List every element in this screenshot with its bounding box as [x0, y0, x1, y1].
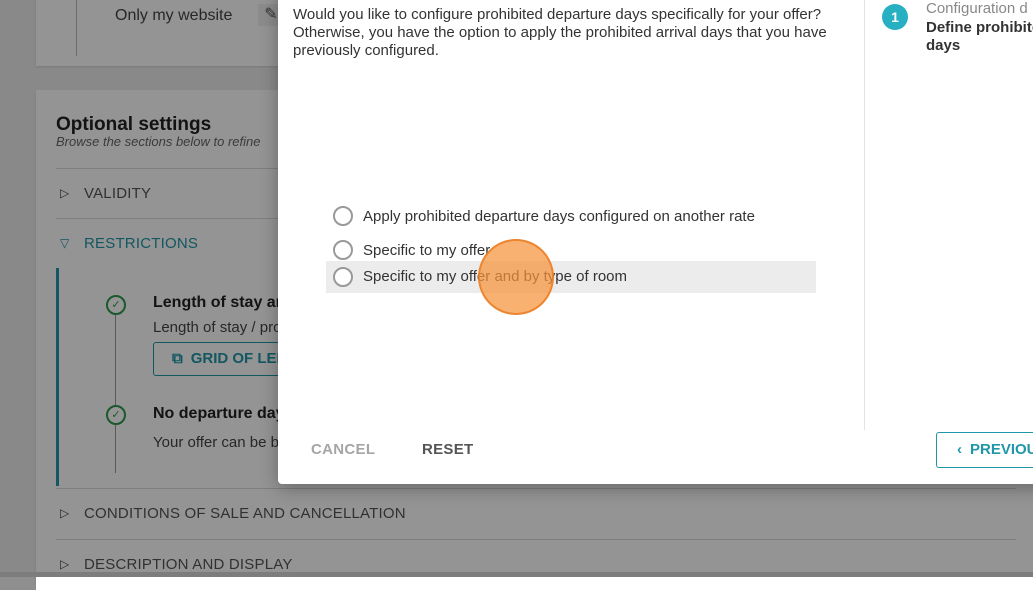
previous-button[interactable]: ‹ PREVIOU	[936, 432, 1033, 468]
cancel-button[interactable]: CANCEL	[311, 441, 375, 458]
dialog-divider	[864, 0, 865, 430]
radio-button[interactable]	[333, 240, 353, 260]
click-indicator	[478, 239, 554, 315]
step-caption: Configuration d	[926, 0, 1028, 17]
option-another-rate[interactable]: Apply prohibited departure days configur…	[326, 201, 816, 233]
option-label: Apply prohibited departure days configur…	[363, 208, 755, 225]
departure-days-dialog: Would you like to configure prohibited d…	[278, 0, 1033, 484]
radio-button[interactable]	[333, 206, 353, 226]
dialog-question: Would you like to configure prohibited d…	[293, 6, 827, 59]
previous-label: PREVIOU	[970, 441, 1033, 458]
reset-button[interactable]: RESET	[422, 441, 474, 458]
option-specific-offer-room-type[interactable]: Specific to my offer and by type of room	[326, 261, 816, 293]
radio-button[interactable]	[333, 267, 353, 287]
step-title: Define prohibite days	[926, 19, 1033, 54]
option-label: Specific to my offer	[363, 242, 491, 259]
chevron-left-icon: ‹	[957, 441, 962, 458]
step-number-badge: 1	[882, 4, 908, 30]
